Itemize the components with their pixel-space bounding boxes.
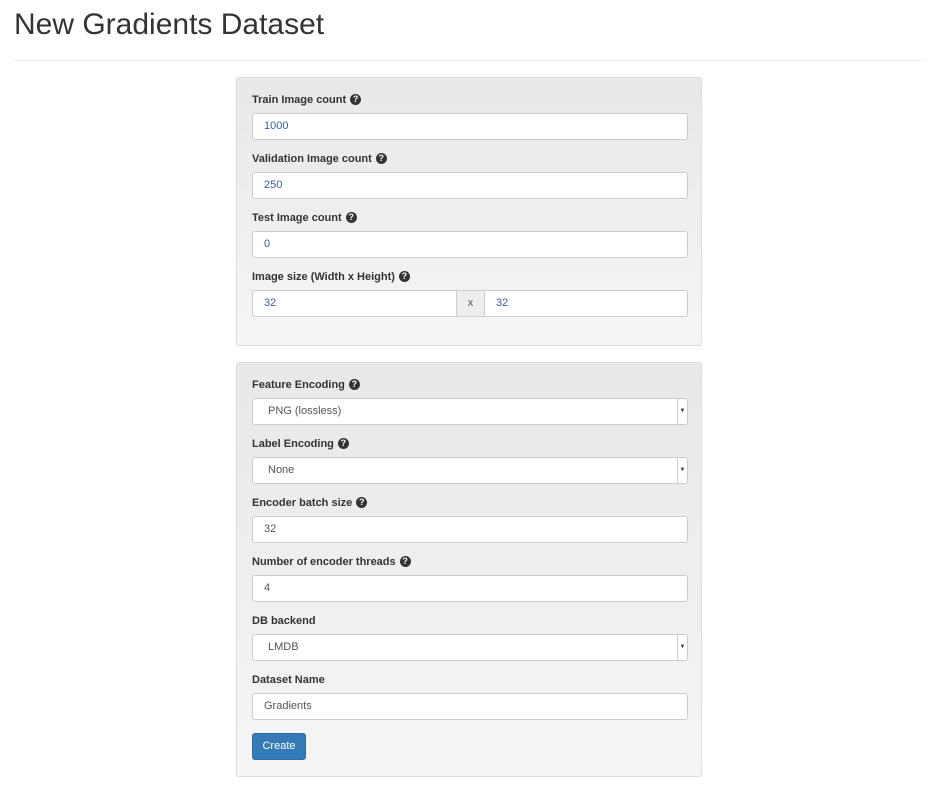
feature-encoding-select[interactable]: PNG (lossless) ▼: [252, 398, 688, 425]
val-count-input[interactable]: 250: [252, 172, 688, 199]
test-count-field: Test Image count? 0: [252, 196, 688, 258]
caret-down-icon: ▼: [677, 458, 687, 483]
encoding-settings-panel: Feature Encoding? PNG (lossless) ▼ Label …: [236, 362, 702, 777]
image-size-field: Image size (Width x Height)? 32 x 32: [252, 255, 688, 317]
train-count-label: Train Image count: [252, 94, 347, 106]
help-icon[interactable]: ?: [399, 556, 411, 567]
image-height-input[interactable]: 32: [484, 290, 688, 317]
dataset-name-input[interactable]: Gradients: [252, 693, 688, 720]
caret-down-icon: ▼: [677, 399, 687, 424]
backend-label: DB backend: [252, 615, 316, 627]
batch-size-label: Encoder batch size: [252, 497, 353, 509]
image-width-input[interactable]: 32: [252, 290, 457, 317]
help-icon[interactable]: ?: [350, 94, 362, 105]
dataset-name-label: Dataset Name: [252, 674, 325, 686]
feature-encoding-field: Feature Encoding? PNG (lossless) ▼: [252, 363, 688, 425]
create-button[interactable]: Create: [252, 733, 306, 760]
help-icon[interactable]: ?: [356, 497, 368, 508]
test-count-input[interactable]: 0: [252, 231, 688, 258]
label-encoding-select[interactable]: None ▼: [252, 457, 688, 484]
train-count-input[interactable]: 1000: [252, 113, 688, 140]
help-icon[interactable]: ?: [345, 212, 357, 223]
val-count-label: Validation Image count: [252, 153, 372, 165]
backend-select[interactable]: LMDB ▼: [252, 634, 688, 661]
train-count-field: Train Image count? 1000: [252, 78, 688, 140]
image-size-label: Image size (Width x Height): [252, 271, 395, 283]
batch-size-field: Encoder batch size? 32: [252, 481, 688, 543]
feature-encoding-label: Feature Encoding: [252, 379, 345, 391]
test-count-label: Test Image count: [252, 212, 342, 224]
caret-down-icon: ▼: [677, 635, 687, 660]
size-separator: x: [456, 290, 485, 317]
backend-field: DB backend LMDB ▼: [252, 599, 688, 661]
threads-label: Number of encoder threads: [252, 556, 396, 568]
batch-size-input[interactable]: 32: [252, 516, 688, 543]
divider: [14, 60, 926, 61]
feature-encoding-value: PNG (lossless): [268, 405, 342, 417]
help-icon[interactable]: ?: [337, 438, 349, 449]
image-settings-panel: Train Image count? 1000 Validation Image…: [236, 77, 702, 346]
page-title: New Gradients Dataset: [14, 8, 325, 41]
threads-input[interactable]: 4: [252, 575, 688, 602]
backend-value: LMDB: [268, 641, 299, 653]
label-encoding-field: Label Encoding? None ▼: [252, 422, 688, 484]
label-encoding-value: None: [268, 464, 295, 476]
label-encoding-label: Label Encoding: [252, 438, 334, 450]
help-icon[interactable]: ?: [375, 153, 387, 164]
dataset-name-field: Dataset Name Gradients: [252, 658, 688, 720]
threads-field: Number of encoder threads? 4: [252, 540, 688, 602]
help-icon[interactable]: ?: [398, 271, 410, 282]
val-count-field: Validation Image count? 250: [252, 137, 688, 199]
help-icon[interactable]: ?: [348, 379, 360, 390]
